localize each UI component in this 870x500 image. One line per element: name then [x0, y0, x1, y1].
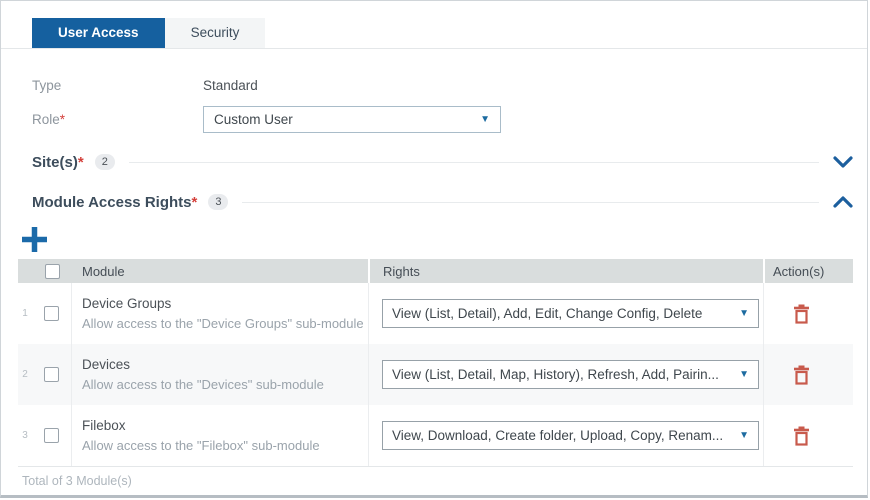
rights-select-value: View, Download, Create folder, Upload, C…: [392, 428, 724, 443]
rights-select[interactable]: View, Download, Create folder, Upload, C…: [382, 421, 759, 450]
sites-count-badge: 2: [94, 154, 115, 170]
select-all-checkbox[interactable]: [44, 263, 60, 279]
row-checkbox[interactable]: [44, 367, 59, 382]
module-description: Allow access to the "Device Groups" sub-…: [82, 316, 364, 331]
delete-row-button[interactable]: [793, 304, 810, 324]
user-access-panel: User Access Security Type Standard Role*…: [0, 0, 868, 498]
chevron-down-icon: ▼: [739, 307, 749, 319]
module-name: Filebox: [82, 418, 126, 433]
role-select[interactable]: Custom User ▼: [203, 106, 501, 133]
module-description: Allow access to the "Devices" sub-module: [82, 377, 324, 392]
module-name: Devices: [82, 357, 131, 372]
rights-select-value: View (List, Detail), Add, Edit, Change C…: [392, 306, 703, 321]
rights-cell: View, Download, Create folder, Upload, C…: [368, 405, 763, 466]
row-index: 1: [22, 308, 28, 319]
table-row: 1 Device Groups Allow access to the "Dev…: [18, 283, 853, 344]
rights-select-value: View (List, Detail, Map, History), Refre…: [392, 367, 719, 382]
role-select-value: Custom User: [214, 112, 293, 127]
rights-select[interactable]: View (List, Detail, Map, History), Refre…: [382, 360, 759, 389]
sites-section-title: Site(s)*: [32, 154, 84, 171]
module-name: Device Groups: [82, 296, 172, 311]
plus-icon: [22, 227, 47, 252]
role-label-text: Role: [32, 112, 60, 127]
row-checkbox-cell: [32, 344, 72, 405]
header-module: Module: [82, 263, 125, 279]
row-index: 2: [22, 369, 28, 380]
rights-cell: View (List, Detail, Map, History), Refre…: [368, 344, 763, 405]
row-checkbox[interactable]: [44, 306, 59, 321]
role-label: Role*: [32, 112, 203, 127]
actions-cell: [763, 344, 853, 405]
header-index-cell: [18, 259, 32, 283]
module-cell: Devices Allow access to the "Devices" su…: [72, 344, 368, 405]
modules-table: Module Rights Action(s) 1 Device Groups …: [18, 259, 853, 467]
chevron-down-icon[interactable]: [833, 156, 853, 168]
actions-cell: [763, 283, 853, 344]
tab-security[interactable]: Security: [164, 18, 266, 48]
divider: [128, 161, 819, 163]
chevron-down-icon: ▼: [739, 368, 749, 380]
chevron-down-icon: ▼: [480, 113, 490, 125]
row-index: 3: [22, 430, 28, 441]
modules-section-title: Module Access Rights*: [32, 194, 197, 211]
trash-icon: [794, 426, 809, 446]
tab-bar: User Access Security: [1, 1, 867, 49]
actions-cell: [763, 405, 853, 466]
header-actions: Action(s): [763, 259, 853, 283]
user-access-form: Type Standard Role* Custom User ▼: [1, 49, 867, 142]
role-row: Role* Custom User ▼: [32, 106, 836, 133]
module-description: Allow access to the "Filebox" sub-module: [82, 438, 320, 453]
chevron-down-icon: ▼: [739, 429, 749, 441]
delete-row-button[interactable]: [793, 365, 810, 385]
trash-icon: [794, 304, 809, 324]
rights-cell: View (List, Detail), Add, Edit, Change C…: [368, 283, 763, 344]
module-cell: Filebox Allow access to the "Filebox" su…: [72, 405, 368, 466]
row-checkbox-cell: [32, 283, 72, 344]
add-module-button[interactable]: [21, 226, 48, 253]
sites-section-header[interactable]: Site(s)* 2: [32, 142, 853, 182]
delete-row-button[interactable]: [793, 426, 810, 446]
modules-section-header[interactable]: Module Access Rights* 3: [32, 182, 853, 222]
required-asterisk: *: [59, 112, 66, 127]
sites-title-text: Site(s): [32, 153, 78, 171]
row-checkbox-cell: [32, 405, 72, 466]
type-label: Type: [32, 78, 62, 93]
divider: [242, 201, 819, 203]
modules-title-text: Module Access Rights: [32, 193, 192, 211]
table-footer: Total of 3 Module(s): [18, 467, 853, 495]
header-checkbox-cell: [32, 259, 72, 283]
table-row: 2 Devices Allow access to the "Devices" …: [18, 344, 853, 405]
type-row: Type Standard: [32, 72, 836, 99]
required-asterisk: *: [77, 153, 84, 171]
table-header-row: Module Rights Action(s): [18, 259, 853, 283]
header-rights: Rights: [368, 259, 763, 283]
trash-icon: [794, 365, 809, 385]
total-count-text: Total of 3 Module(s): [22, 474, 132, 488]
row-checkbox[interactable]: [44, 428, 59, 443]
chevron-up-icon[interactable]: [833, 196, 853, 208]
module-cell: Device Groups Allow access to the "Devic…: [72, 283, 368, 344]
rights-select[interactable]: View (List, Detail), Add, Edit, Change C…: [382, 299, 759, 328]
required-asterisk: *: [191, 193, 198, 211]
table-row: 3 Filebox Allow access to the "Filebox" …: [18, 405, 853, 466]
type-value: Standard: [203, 78, 258, 93]
tab-user-access[interactable]: User Access: [32, 18, 165, 48]
modules-count-badge: 3: [208, 194, 229, 210]
